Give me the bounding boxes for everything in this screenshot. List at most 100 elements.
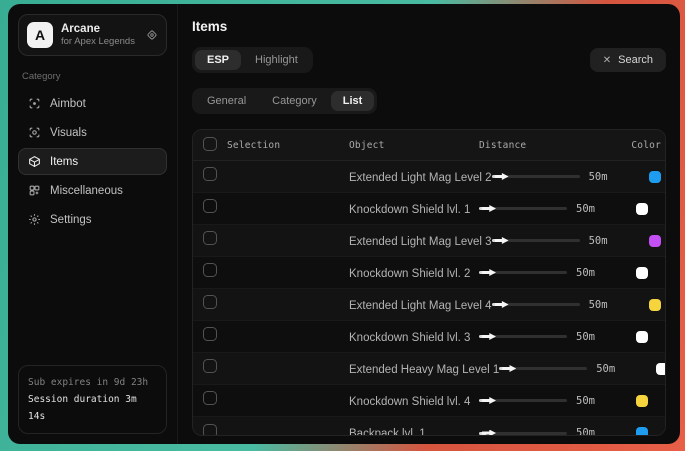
distance-value: 50m	[576, 427, 595, 436]
sidebar-item-settings[interactable]: Settings	[18, 206, 167, 233]
distance-value: 50m	[576, 395, 595, 407]
sidebar-item-items[interactable]: Items	[18, 148, 167, 175]
app-header-card: A Arcane for Apex Legends	[18, 14, 167, 56]
app-window: A Arcane for Apex Legends Category Aimbo…	[8, 4, 680, 444]
color-swatch[interactable]	[649, 299, 661, 311]
column-header-object: Object	[349, 140, 479, 151]
category-section-label: Category	[22, 71, 163, 82]
distance-slider[interactable]	[479, 268, 567, 278]
row-checkbox[interactable]	[203, 327, 217, 341]
view-tabs: General Category List	[192, 88, 377, 114]
table-row: Knockdown Shield lvl. 1 50m	[193, 193, 665, 225]
distance-slider[interactable]	[492, 172, 580, 182]
distance-value: 50m	[576, 203, 595, 215]
box-icon	[27, 155, 41, 169]
session-duration-text: Session duration 3m 14s	[28, 391, 157, 425]
crosshair-icon	[27, 97, 41, 111]
object-name: Knockdown Shield lvl. 1	[349, 204, 470, 216]
distance-slider[interactable]	[479, 332, 567, 342]
distance-value: 50m	[589, 235, 608, 247]
object-name: Knockdown Shield lvl. 4	[349, 396, 470, 408]
object-name: Backpack lvl. 1	[349, 428, 426, 436]
row-checkbox[interactable]	[203, 359, 217, 373]
row-checkbox[interactable]	[203, 424, 217, 437]
tab-esp[interactable]: ESP	[195, 50, 241, 70]
table-row: Knockdown Shield lvl. 2 50m	[193, 257, 665, 289]
tab-list[interactable]: List	[331, 91, 375, 111]
distance-value: 50m	[576, 331, 595, 343]
slider-handle[interactable]	[482, 430, 496, 437]
object-name: Extended Light Mag Level 3	[349, 236, 492, 248]
tab-general[interactable]: General	[195, 91, 258, 111]
color-swatch[interactable]	[636, 331, 648, 343]
mode-tabs: ESP Highlight	[192, 47, 313, 73]
distance-slider[interactable]	[492, 236, 580, 246]
table-row: Backpack lvl. 1 50m	[193, 417, 665, 436]
sidebar-item-miscellaneous[interactable]: Miscellaneous	[18, 177, 167, 204]
search-shortcut-icon: ✕	[603, 55, 611, 66]
distance-value: 50m	[589, 171, 608, 183]
items-table: Selection Object Distance Color Extended…	[192, 129, 666, 436]
grid-icon	[27, 184, 41, 198]
row-checkbox[interactable]	[203, 391, 217, 405]
column-header-selection: Selection	[227, 140, 349, 151]
sidebar-item-visuals[interactable]: Visuals	[18, 119, 167, 146]
row-checkbox[interactable]	[203, 167, 217, 181]
distance-slider[interactable]	[479, 428, 567, 436]
row-checkbox[interactable]	[203, 231, 217, 245]
column-header-color: Color	[631, 140, 665, 151]
distance-value: 50m	[589, 299, 608, 311]
row-checkbox[interactable]	[203, 295, 217, 309]
table-row: Knockdown Shield lvl. 3 50m	[193, 321, 665, 353]
search-label: Search	[618, 54, 653, 66]
sidebar: A Arcane for Apex Legends Category Aimbo…	[8, 4, 178, 444]
select-all-checkbox[interactable]	[203, 137, 217, 151]
object-name: Knockdown Shield lvl. 3	[349, 332, 470, 344]
column-header-distance: Distance	[479, 140, 619, 151]
object-name: Knockdown Shield lvl. 2	[349, 268, 470, 280]
distance-value: 50m	[576, 267, 595, 279]
distance-slider[interactable]	[479, 396, 567, 406]
row-checkbox[interactable]	[203, 199, 217, 213]
color-swatch[interactable]	[649, 235, 661, 247]
sub-expiry-text: Sub expires in 9d 23h	[28, 374, 157, 391]
color-swatch[interactable]	[656, 363, 666, 375]
object-name: Extended Heavy Mag Level 1	[349, 364, 499, 376]
sidebar-item-label: Aimbot	[50, 98, 86, 110]
color-swatch[interactable]	[636, 203, 648, 215]
color-swatch[interactable]	[649, 171, 661, 183]
table-row: Knockdown Shield lvl. 4 50m	[193, 385, 665, 417]
distance-slider[interactable]	[479, 204, 567, 214]
table-row: Extended Light Mag Level 3 50m	[193, 225, 665, 257]
scan-eye-icon	[27, 126, 41, 140]
row-checkbox[interactable]	[203, 263, 217, 277]
table-body: Extended Light Mag Level 2 50m Knockdown…	[193, 161, 665, 436]
search-button[interactable]: ✕ Search	[590, 48, 666, 72]
main-panel: Items ESP Highlight ✕ Search General Cat…	[178, 4, 680, 444]
sidebar-item-aimbot[interactable]: Aimbot	[18, 90, 167, 117]
object-name: Extended Light Mag Level 4	[349, 300, 492, 312]
tab-highlight[interactable]: Highlight	[243, 50, 310, 70]
table-row: Extended Light Mag Level 2 50m	[193, 161, 665, 193]
sidebar-item-label: Items	[50, 156, 78, 168]
pin-icon[interactable]	[146, 29, 158, 41]
app-logo: A	[27, 22, 53, 48]
distance-slider[interactable]	[492, 300, 580, 310]
color-swatch[interactable]	[636, 395, 648, 407]
color-swatch[interactable]	[636, 427, 648, 436]
table-row: Extended Heavy Mag Level 1 50m	[193, 353, 665, 385]
sidebar-item-label: Visuals	[50, 127, 87, 139]
distance-slider[interactable]	[499, 364, 587, 374]
distance-value: 50m	[596, 363, 615, 375]
sidebar-item-label: Miscellaneous	[50, 185, 123, 197]
tab-category[interactable]: Category	[260, 91, 329, 111]
gear-icon	[27, 213, 41, 227]
app-name: Arcane	[61, 22, 135, 36]
app-subtitle: for Apex Legends	[61, 36, 135, 48]
object-name: Extended Light Mag Level 2	[349, 172, 492, 184]
subscription-card: Sub expires in 9d 23h Session duration 3…	[18, 365, 167, 434]
sidebar-item-label: Settings	[50, 214, 92, 226]
table-row: Extended Light Mag Level 4 50m	[193, 289, 665, 321]
color-swatch[interactable]	[636, 267, 648, 279]
page-title: Items	[192, 19, 666, 34]
